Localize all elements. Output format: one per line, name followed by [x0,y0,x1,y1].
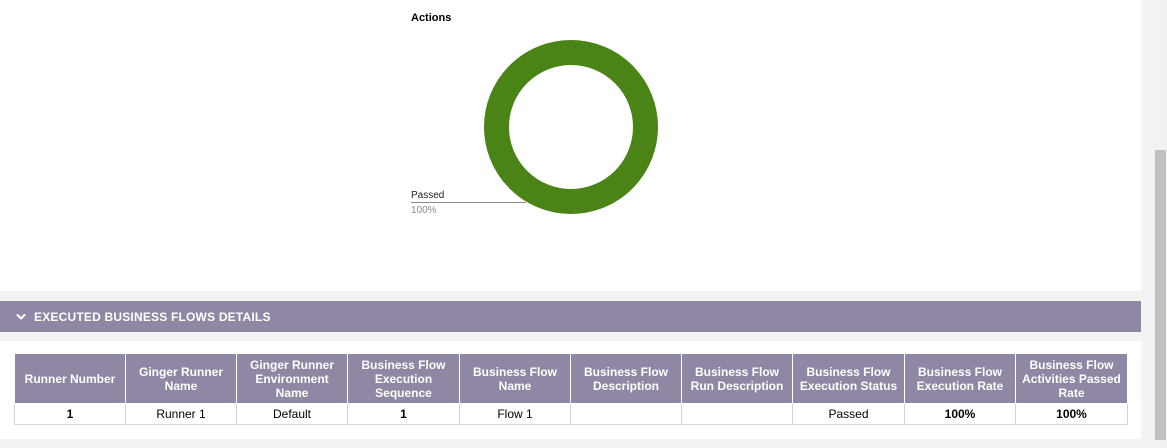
slice-label-percent: 100% [411,205,437,216]
vertical-scrollbar[interactable] [1154,0,1167,448]
flow-link[interactable]: Flow 1 [459,403,571,425]
header-business-flow-name[interactable]: Business Flow Name [459,353,571,404]
cell-activities-passed-rate: 100% [1015,403,1128,425]
cell-run-description [681,403,793,425]
header-business-flow-description[interactable]: Business Flow Description [570,353,682,404]
actions-donut-chart: Passed 100% [411,40,658,216]
header-ginger-runner-name[interactable]: Ginger Runner Name [125,353,237,404]
section-title: EXECUTED BUSINESS FLOWS DETAILS [34,309,271,324]
header-run-description[interactable]: Business Flow Run Description [681,353,793,404]
header-execution-rate[interactable]: Business Flow Execution Rate [904,353,1016,404]
chevron-down-icon[interactable] [16,312,26,322]
report-page: Actions Passed 100% EXECUTED BUSINESS FLO… [0,0,1141,448]
cell-execution-rate: 100% [904,403,1016,425]
cell-environment-name: Default [236,403,348,425]
right-gutter [1141,0,1154,448]
table-header-row: Runner Number Ginger Runner Name Ginger … [14,353,1128,404]
slice-label-name: Passed [411,190,444,201]
donut-slice-passed[interactable] [484,40,658,214]
cell-description [570,403,682,425]
header-activities-passed-rate[interactable]: Business Flow Activities Passed Rate [1015,353,1128,404]
scrollbar-thumb[interactable] [1155,150,1166,440]
executed-business-flows-header[interactable]: EXECUTED BUSINESS FLOWS DETAILS [0,301,1141,332]
header-execution-sequence[interactable]: Business Flow Execution Sequence [347,353,460,404]
business-flows-table: Runner Number Ginger Runner Name Ginger … [14,353,1128,425]
table-card: Runner Number Ginger Runner Name Ginger … [0,341,1141,439]
table-panel: Runner Number Ginger Runner Name Ginger … [0,332,1141,448]
table-row: 1 Runner 1 Default 1 Flow 1 Passed 100% … [14,403,1128,425]
cell-execution-status: Passed [792,403,905,425]
actions-chart-panel: Actions Passed 100% [0,0,1141,292]
cell-runner-number: 1 [14,403,126,425]
section-spacer [0,291,1141,301]
cell-execution-sequence: 1 [347,403,460,425]
header-execution-status[interactable]: Business Flow Execution Status [792,353,905,404]
runner-link[interactable]: Runner 1 [125,403,237,425]
header-runner-environment-name[interactable]: Ginger Runner Environment Name [236,353,348,404]
header-runner-number[interactable]: Runner Number [14,353,126,404]
